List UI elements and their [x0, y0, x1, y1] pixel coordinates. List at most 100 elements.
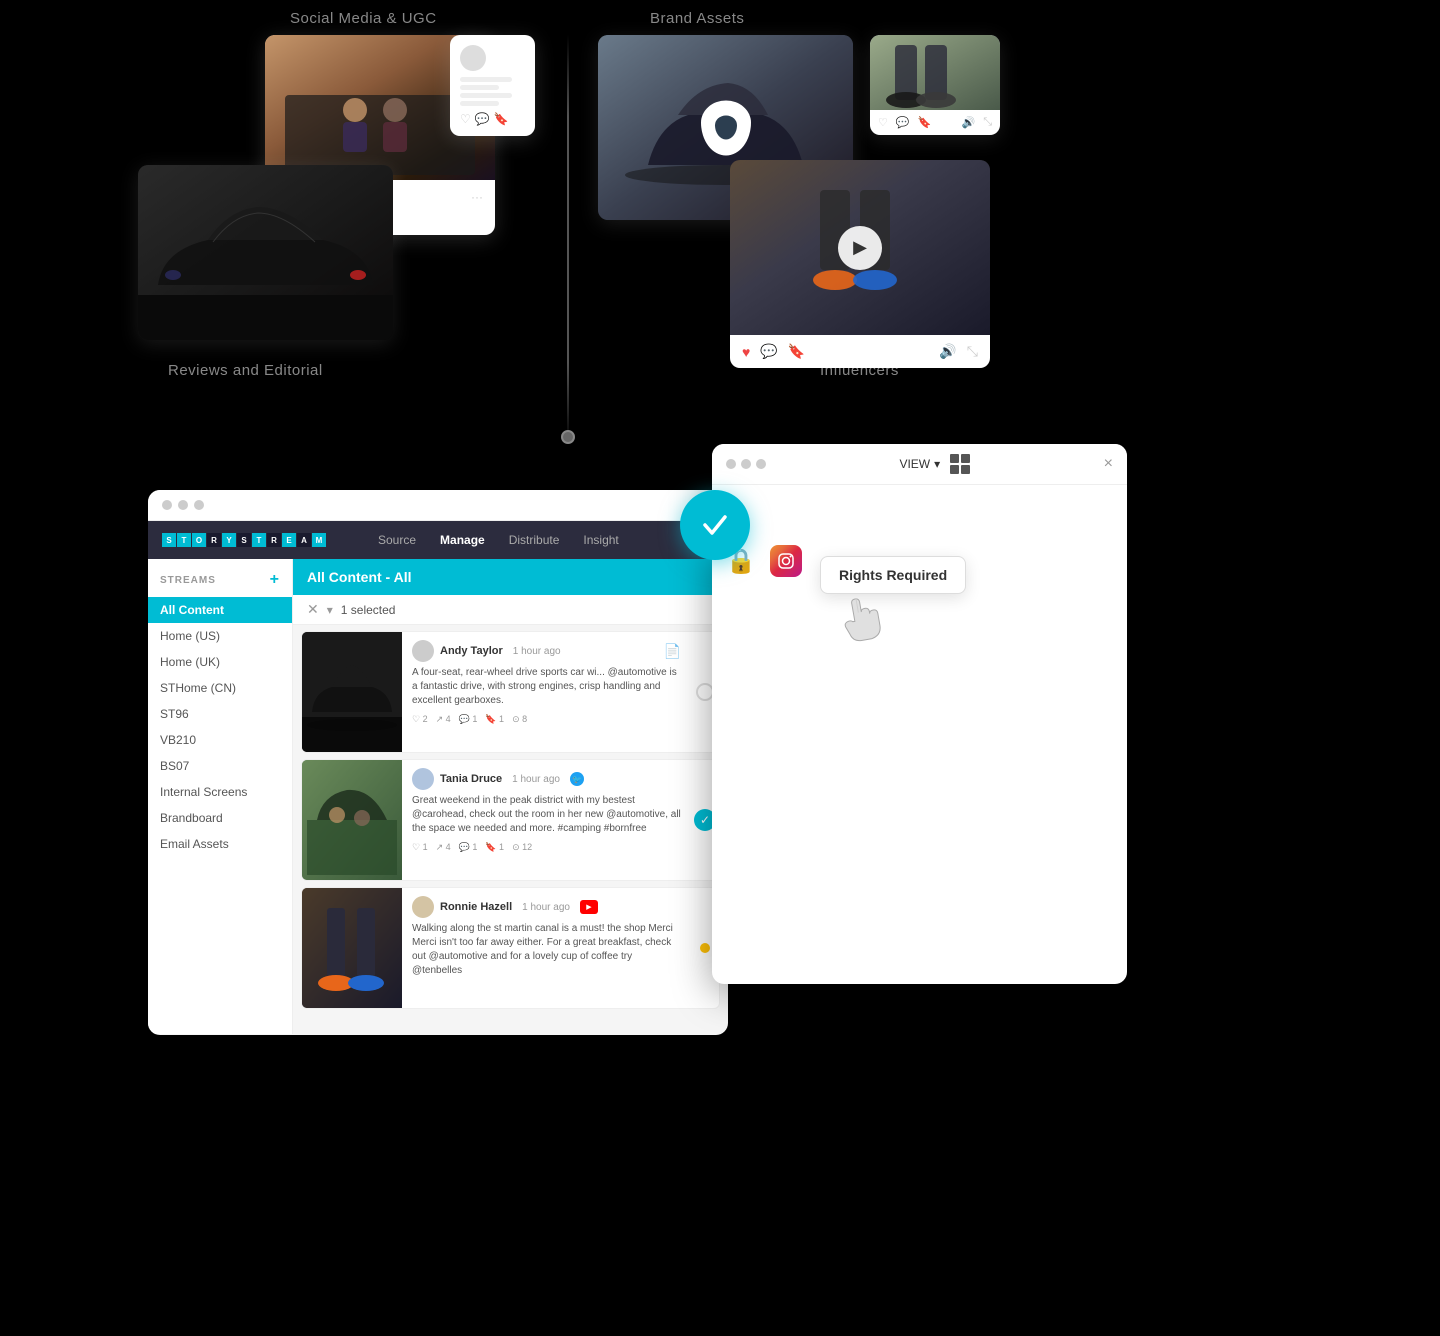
rights-required-tooltip: Rights Required — [820, 556, 966, 594]
author-name-2: Tania Druce — [440, 773, 502, 785]
dropdown-button[interactable]: ▾ — [327, 603, 333, 617]
author-avatar-2 — [412, 768, 434, 790]
brand-expand: ⤡ — [983, 116, 992, 129]
post-text-1: A four-seat, rear-wheel drive sports car… — [412, 666, 681, 708]
influencer-card-footer: ♥ 💬 🔖 🔊 ⤡ — [730, 335, 990, 368]
content-area: All Content - All ✕ ▾ 1 selected — [293, 559, 728, 1034]
twitter-icon-2: 🐦 — [570, 772, 584, 786]
brand-side-img — [870, 35, 1000, 110]
expand-icon-footer: ⤡ — [967, 343, 978, 360]
sa-icons: ♡ 💬 🔖 — [460, 112, 525, 126]
brand-shield-inner — [715, 116, 737, 140]
stat-comment-2: 💬 1 — [459, 842, 478, 853]
sidebar-item-st96[interactable]: ST96 — [148, 701, 292, 727]
bookmark-icon-footer: 🔖 — [788, 343, 805, 360]
grid-view-icon[interactable] — [950, 454, 970, 474]
selection-bar: ✕ ▾ 1 selected — [293, 595, 728, 625]
logo-t: T — [177, 533, 191, 547]
sidebar-item-sthome-cn[interactable]: STHome (CN) — [148, 675, 292, 701]
review-car-card — [138, 165, 393, 340]
post-card-1[interactable]: Andy Taylor 1 hour ago 📄 A four-seat, re… — [301, 631, 720, 753]
panel-dot-3 — [756, 459, 766, 469]
nav-insight[interactable]: Insight — [571, 529, 630, 551]
sidebar-item-brandboard[interactable]: Brandboard — [148, 805, 292, 831]
sidebar-item-all-content[interactable]: All Content — [148, 597, 292, 623]
nav-manage[interactable]: Manage — [428, 529, 497, 551]
right-panel: VIEW ▾ × 🔒 — [712, 444, 1127, 984]
label-brand-assets: Brand Assets — [650, 10, 744, 27]
panel-dots — [726, 459, 766, 469]
post-card-3[interactable]: Ronnie Hazell 1 hour ago ▶ Walking along… — [301, 887, 720, 1009]
sidebar-item-bs07[interactable]: BS07 — [148, 753, 292, 779]
stat-heart-1: ♡ 2 — [412, 714, 428, 725]
panel-dot-2 — [741, 459, 751, 469]
logo-m: M — [312, 533, 326, 547]
main-scene: Social Media & UGC Brand Assets Reviews … — [0, 0, 1440, 1336]
content-header: All Content - All — [293, 559, 728, 595]
grid-cell-2 — [961, 454, 970, 463]
stat-share-1: ↗ 4 — [436, 714, 451, 725]
volume-icon-footer: 🔊 — [939, 343, 956, 360]
post-text-3: Walking along the st martin canal is a m… — [412, 922, 681, 978]
play-button[interactable]: ▶ — [838, 226, 882, 270]
content-title: All Content - All — [307, 569, 411, 585]
sidebar-item-internal-screens[interactable]: Internal Screens — [148, 779, 292, 805]
sidebar-item-email-assets[interactable]: Email Assets — [148, 831, 292, 857]
brand-chat: 💬 — [896, 116, 910, 129]
post-author-3: Ronnie Hazell 1 hour ago ▶ — [412, 896, 681, 918]
sa-line-4 — [460, 101, 499, 106]
influencer-card: ▶ ♥ 💬 🔖 🔊 ⤡ — [730, 160, 990, 368]
social-sidebar-card: ♡ 💬 🔖 — [450, 35, 535, 136]
post-footer-dots: ··· — [471, 190, 483, 204]
sidebar-item-home-us[interactable]: Home (US) — [148, 623, 292, 649]
panel-close-button[interactable]: × — [1104, 455, 1113, 473]
center-line — [567, 35, 569, 445]
stat-comment-1: 💬 1 — [459, 714, 478, 725]
stat-share-2: ↗ 4 — [436, 842, 451, 853]
sa-line-1 — [460, 77, 512, 82]
view-label: VIEW — [899, 457, 930, 471]
deselect-button[interactable]: ✕ — [307, 601, 319, 618]
app-navbar: S T O R Y S T R E A M Source Manage Dist… — [148, 521, 728, 559]
logo-t2: T — [252, 533, 266, 547]
grid-cell-3 — [950, 465, 959, 474]
post-image-1 — [302, 632, 402, 752]
sidebar-item-home-uk[interactable]: Home (UK) — [148, 649, 292, 675]
titlebar-dot-2 — [178, 500, 188, 510]
chevron-down-icon: ▾ — [934, 457, 940, 471]
brand-volume: 🔊 — [961, 116, 975, 129]
post-stats-1: ♡ 2 ↗ 4 💬 1 🔖 1 ⊙ 8 — [412, 714, 681, 725]
nav-source[interactable]: Source — [366, 529, 428, 551]
panel-controls: VIEW ▾ — [899, 454, 970, 474]
post-image-2 — [302, 760, 402, 880]
rights-required-text: Rights Required — [839, 567, 947, 583]
heart-icon: ♡ — [460, 112, 471, 126]
amber-dot-3 — [700, 943, 710, 953]
app-logo: S T O R Y S T R E A M — [162, 533, 326, 547]
logo-a: A — [297, 533, 311, 547]
label-reviews-editorial: Reviews and Editorial — [168, 362, 323, 379]
view-button[interactable]: VIEW ▾ — [899, 457, 940, 471]
sidebar-item-vb210[interactable]: VB210 — [148, 727, 292, 753]
logo-r2: R — [267, 533, 281, 547]
sa-line-2 — [460, 85, 499, 90]
doc-icon-1: 📄 — [664, 643, 681, 660]
post-author-1: Andy Taylor 1 hour ago 📄 — [412, 640, 681, 662]
post-author-2: Tania Druce 1 hour ago 🐦 — [412, 768, 681, 790]
logo-o: O — [192, 533, 206, 547]
stat-view-2: ⊙ 12 — [512, 842, 532, 853]
post-card-2[interactable]: Tania Druce 1 hour ago 🐦 Great weekend i… — [301, 759, 720, 881]
panel-dot-1 — [726, 459, 736, 469]
author-time-1: 1 hour ago — [513, 646, 561, 657]
sidebar-header: STREAMS + — [148, 571, 292, 597]
panel-titlebar: VIEW ▾ × — [712, 444, 1127, 485]
youtube-icon-3: ▶ — [580, 900, 598, 914]
post-stats-2: ♡ 1 ↗ 4 💬 1 🔖 1 ⊙ 12 — [412, 842, 681, 853]
nav-distribute[interactable]: Distribute — [497, 529, 572, 551]
app-body: STREAMS + All Content Home (US) Home (UK… — [148, 559, 728, 1034]
stat-heart-2: ♡ 1 — [412, 842, 428, 853]
titlebar-dot-1 — [162, 500, 172, 510]
titlebar-dot-3 — [194, 500, 204, 510]
streams-add-button[interactable]: + — [270, 571, 280, 589]
app-window: S T O R Y S T R E A M Source Manage Dist… — [148, 490, 728, 1035]
